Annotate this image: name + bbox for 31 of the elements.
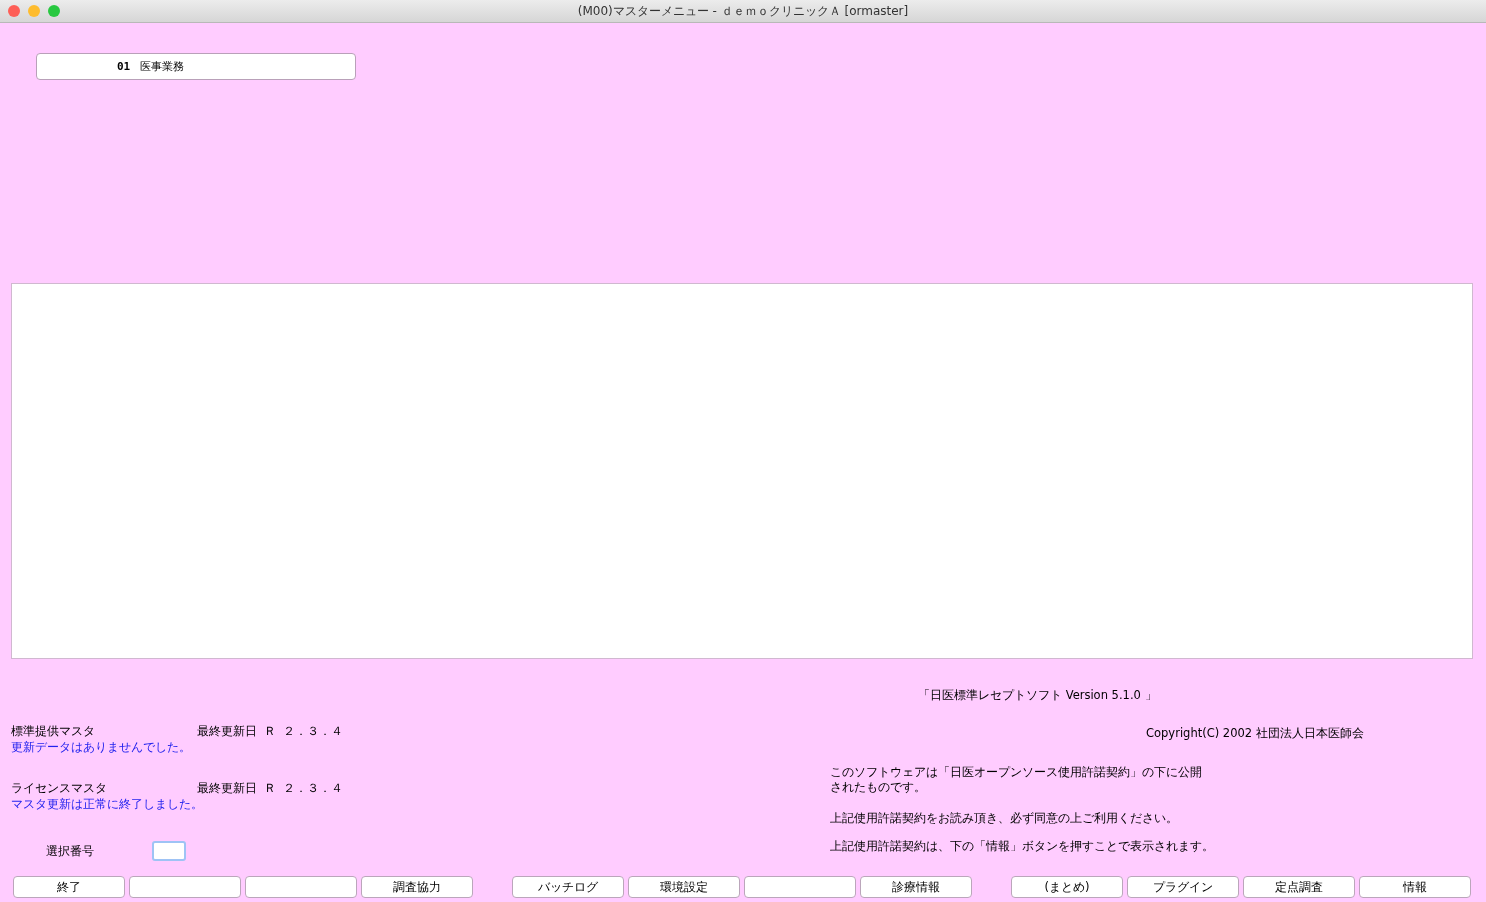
last-updated-text: 最終更新日 Ｒ ２．３．４ xyxy=(197,723,343,739)
license-note: 上記使用許諾契約をお読み頂き、必ず同意の上ご利用ください。 xyxy=(830,811,1179,826)
version-text: 「日医標準レセプトソフト Version 5.1.0 」 xyxy=(917,688,1158,703)
license-text: このソフトウェアは「日医オープンソース使用許諾契約」の下に公開 xyxy=(830,765,1203,780)
function-key[interactable]: 診療情報 xyxy=(860,876,972,898)
function-key[interactable]: (まとめ) xyxy=(1011,876,1123,898)
function-key[interactable]: 情報 xyxy=(1359,876,1471,898)
status-message: マスタ更新は正常に終了しました。 xyxy=(11,797,204,813)
function-key[interactable]: 環境設定 xyxy=(628,876,740,898)
selection-label: 選択番号 xyxy=(46,843,94,859)
last-updated-text: 最終更新日 Ｒ ２．３．４ xyxy=(197,780,343,796)
selection-field[interactable] xyxy=(152,841,186,861)
master-name: ライセンスマスタ xyxy=(11,780,108,796)
blank-function-key[interactable] xyxy=(744,876,856,898)
blank-function-key[interactable] xyxy=(245,876,357,898)
minimize-icon[interactable] xyxy=(28,5,40,17)
status-message: 更新データはありませんでした。 xyxy=(11,740,192,756)
function-key[interactable]: 定点調査 xyxy=(1243,876,1355,898)
function-key[interactable]: プラグイン xyxy=(1127,876,1239,898)
blank-function-key[interactable] xyxy=(129,876,241,898)
menu-button[interactable]: 01 医事業務 xyxy=(36,53,356,80)
copyright-text: Copyright(C) 2002 社団法人日本医師会 xyxy=(1145,726,1365,741)
function-key[interactable]: 終了 xyxy=(13,876,125,898)
function-key[interactable]: バッチログ xyxy=(512,876,624,898)
close-icon[interactable] xyxy=(8,5,20,17)
master-name: 標準提供マスタ xyxy=(11,723,96,739)
license-note: 上記使用許諾契約は、下の「情報」ボタンを押すことで表示されます。 xyxy=(830,839,1215,854)
function-key[interactable]: 調査協力 xyxy=(361,876,473,898)
license-text: されたものです。 xyxy=(830,780,927,795)
window-title: (M00)マスターメニュー - ｄｅｍｏクリニックＡ [ormaster] xyxy=(577,2,909,20)
maximize-icon[interactable] xyxy=(48,5,60,17)
